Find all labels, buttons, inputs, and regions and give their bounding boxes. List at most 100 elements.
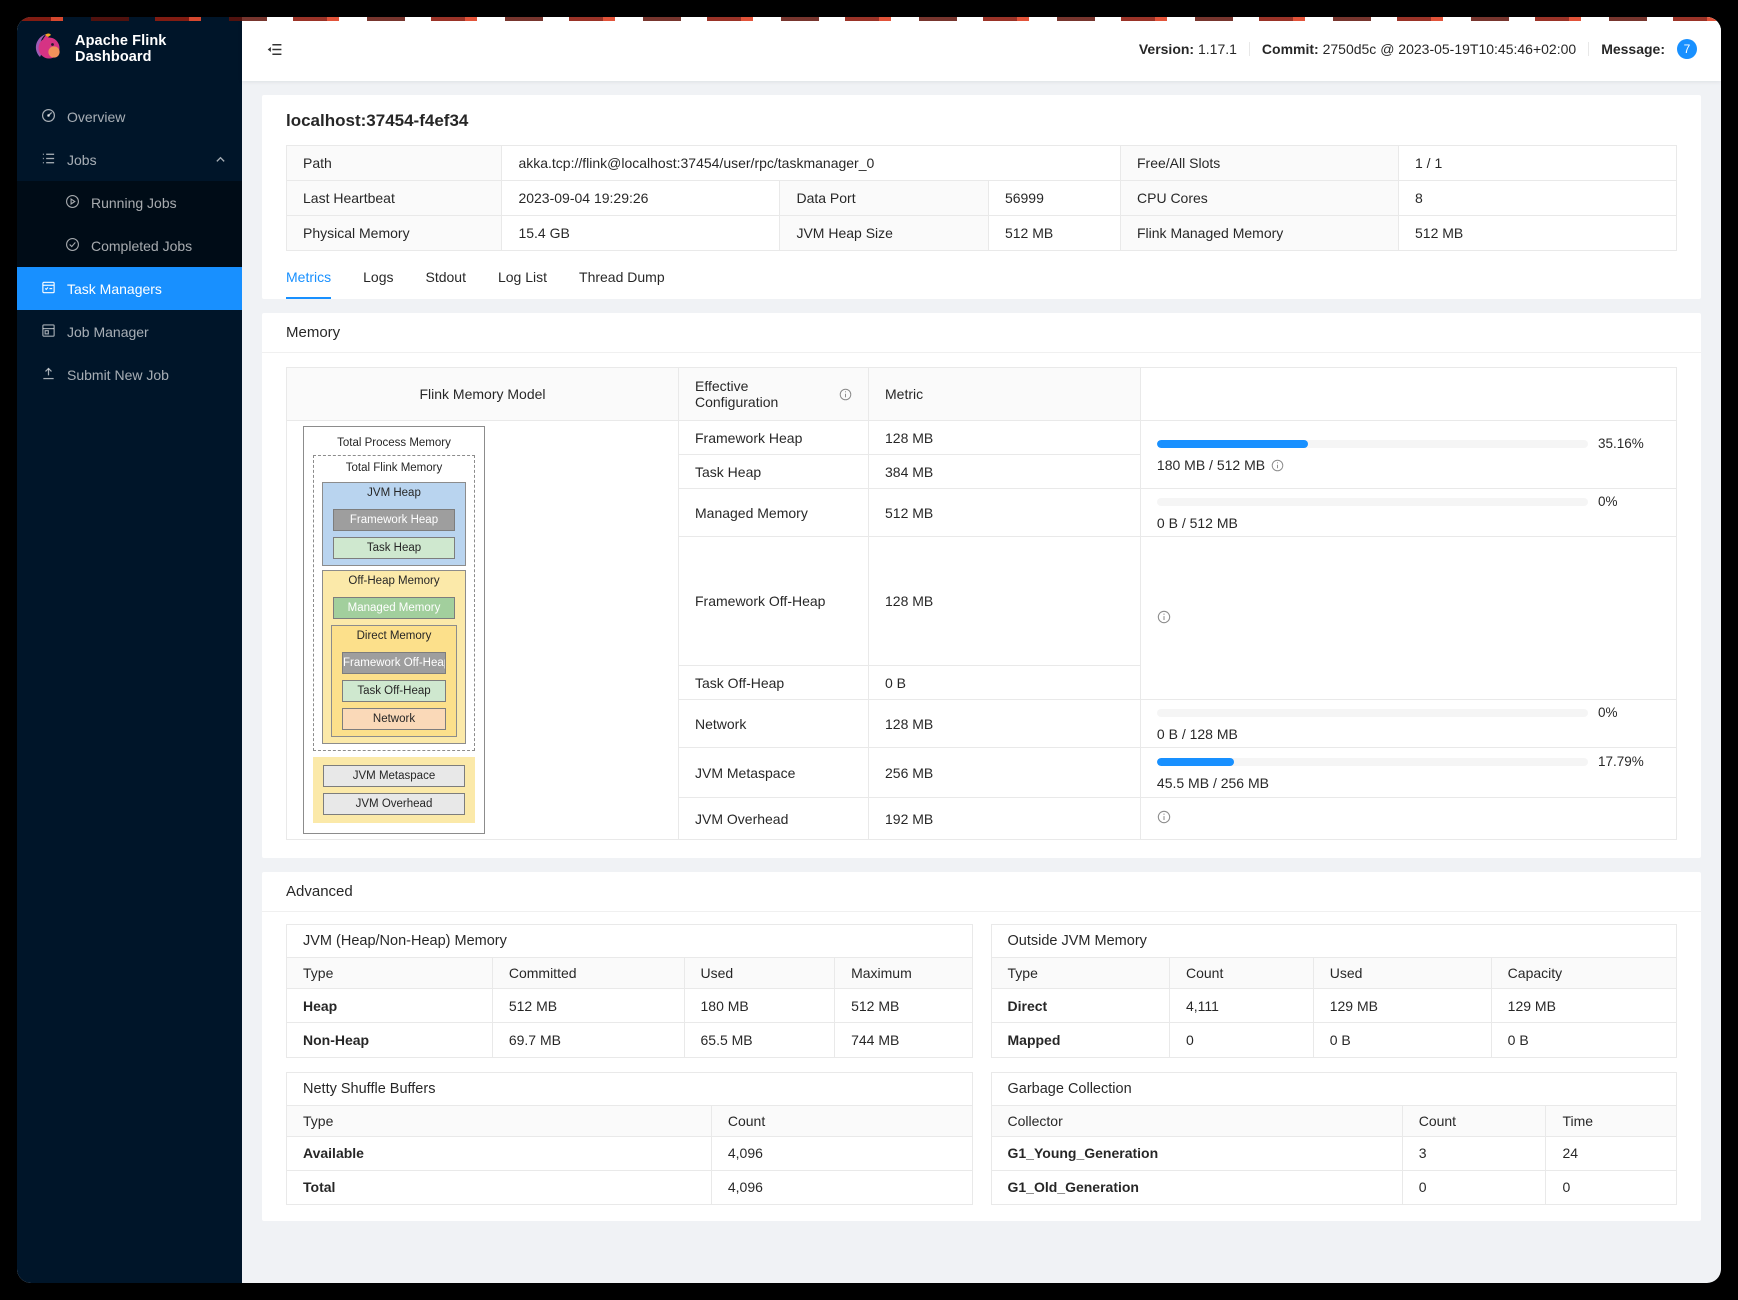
app-title: Apache Flink Dashboard [75, 33, 228, 65]
memory-card: Memory Flink Memory Model Effective Conf… [262, 313, 1701, 858]
job-manager-icon [41, 323, 56, 341]
diagram-task-heap: Task Heap [333, 537, 455, 559]
table-header-row: Type Committed Used Maximum [287, 958, 972, 989]
cell: 4,096 [711, 1136, 971, 1170]
memory-row-config: 512 MB [869, 489, 1141, 537]
info-label: JVM Heap Size [780, 216, 989, 251]
cell: 4,111 [1169, 989, 1313, 1023]
page-title: localhost:37454-f4ef34 [286, 111, 1677, 131]
flink-memory-model-diagram: Total Process Memory Total Flink Memory … [287, 421, 679, 840]
sidebar-item-submit-new-job[interactable]: Submit New Job [17, 353, 242, 396]
cell: 4,096 [711, 1170, 971, 1204]
overhead-metric-cell [1140, 798, 1676, 840]
diagram-direct-memory: Direct Memory Framework Off-Heap Task Of… [331, 625, 457, 737]
column-header: Capacity [1491, 958, 1676, 989]
info-label: Data Port [780, 181, 989, 216]
commit-value: 2750d5c @ 2023-05-19T10:45:46+02:00 [1323, 41, 1577, 57]
column-header: Maximum [835, 958, 972, 989]
tab-log-list[interactable]: Log List [498, 257, 547, 299]
sidebar-item-completed-jobs[interactable]: Completed Jobs [17, 224, 242, 267]
message-count-badge[interactable]: 7 [1677, 39, 1697, 59]
info-icon[interactable] [1157, 810, 1171, 824]
memory-row-name: Framework Off-Heap [679, 537, 869, 666]
info-value: 1 / 1 [1399, 146, 1677, 181]
info-icon[interactable] [839, 388, 852, 401]
diagram-label: Direct Memory [332, 628, 456, 646]
metaspace-usage-percent: 17.79% [1598, 754, 1660, 769]
sidebar-item-label: Submit New Job [67, 367, 226, 383]
app-logo[interactable]: Apache Flink Dashboard [17, 17, 242, 81]
cell: 65.5 MB [684, 1023, 835, 1057]
flink-squirrel-logo-icon [31, 30, 65, 69]
cell: 0 B [1491, 1023, 1676, 1057]
sidebar-item-running-jobs[interactable]: Running Jobs [17, 181, 242, 224]
sidebar-item-jobs[interactable]: Jobs [17, 138, 242, 181]
table-row: Total Process Memory Total Flink Memory … [287, 421, 1677, 455]
build-info: Version: 1.17.1 Commit: 2750d5c @ 2023-0… [1139, 39, 1697, 59]
cell: 69.7 MB [492, 1023, 684, 1057]
column-header: Count [1169, 958, 1313, 989]
info-icon[interactable] [1157, 610, 1171, 624]
metaspace-usage-progress: 17.79% [1157, 754, 1660, 769]
diagram-label: Off-Heap Memory [323, 573, 465, 591]
sidebar-item-label: Task Managers [67, 281, 226, 297]
outside-jvm-memory-table: Type Count Used Capacity Direct 4,111 12… [992, 958, 1677, 1057]
tab-thread-dump[interactable]: Thread Dump [579, 257, 665, 299]
jvm-heap-memory-table: Type Committed Used Maximum Heap 512 MB … [287, 958, 972, 1057]
info-value: 512 MB [988, 216, 1120, 251]
netty-shuffle-buffers-table: Type Count Available 4,096 Total [287, 1106, 972, 1205]
memory-row-name: Task Heap [679, 455, 869, 489]
sub-card-title: Garbage Collection [992, 1073, 1677, 1106]
table-row: Available 4,096 [287, 1136, 972, 1170]
diagram-total-process-memory: Total Process Memory Total Flink Memory … [303, 426, 485, 834]
memory-section-title: Memory [262, 313, 1701, 353]
info-label: Physical Memory [287, 216, 502, 251]
cell: 3 [1402, 1136, 1546, 1170]
heap-usage-progress: 35.16% [1157, 436, 1660, 451]
column-header-model: Flink Memory Model [287, 368, 679, 421]
memory-row-name: Network [679, 700, 869, 748]
advanced-grid: JVM (Heap/Non-Heap) Memory Type Committe… [262, 912, 1701, 1221]
sidebar-item-overview[interactable]: Overview [17, 95, 242, 138]
outside-jvm-memory-card: Outside JVM Memory Type Count Used Capac… [991, 924, 1678, 1058]
tab-metrics[interactable]: Metrics [286, 257, 331, 299]
cell: 129 MB [1491, 989, 1676, 1023]
off-heap-metric-cell [1140, 537, 1676, 700]
cell: Direct [992, 989, 1170, 1023]
menu-fold-icon[interactable] [266, 41, 283, 58]
info-icon[interactable] [1271, 459, 1284, 472]
heap-usage-caption: 180 MB / 512 MB [1157, 457, 1265, 473]
column-header-metric: Metric [869, 368, 1141, 421]
info-value: 56999 [988, 181, 1120, 216]
metaspace-metric-cell: 17.79% 45.5 MB / 256 MB [1140, 748, 1676, 798]
play-circle-icon [65, 194, 80, 212]
diagram-total-flink-memory: Total Flink Memory JVM Heap Framework He… [313, 455, 475, 751]
chevron-up-icon [215, 152, 226, 168]
sidebar-item-job-manager[interactable]: Job Manager [17, 310, 242, 353]
memory-table: Flink Memory Model Effective Configurati… [286, 367, 1677, 840]
memory-row-config: 256 MB [869, 748, 1141, 798]
version-value: 1.17.1 [1198, 41, 1237, 57]
table-header-row: Flink Memory Model Effective Configurati… [287, 368, 1677, 421]
cell: Available [287, 1136, 711, 1170]
diagram-label: Total Flink Memory [314, 460, 474, 478]
column-header-config: Effective Configuration [679, 368, 869, 421]
info-label: Free/All Slots [1121, 146, 1399, 181]
netty-shuffle-buffers-card: Netty Shuffle Buffers Type Count Availab… [286, 1072, 973, 1206]
metaspace-usage-caption: 45.5 MB / 256 MB [1157, 775, 1269, 791]
column-header: Time [1546, 1106, 1676, 1137]
cell: 0 [1546, 1170, 1676, 1204]
cell: 24 [1546, 1136, 1676, 1170]
table-header-row: Type Count [287, 1106, 972, 1137]
tab-logs[interactable]: Logs [363, 257, 393, 299]
commit-label: Commit: [1262, 41, 1319, 57]
sidebar-item-task-managers[interactable]: Task Managers [17, 267, 242, 310]
diagram-network: Network [342, 708, 446, 730]
check-circle-icon [65, 237, 80, 255]
network-metric-cell: 0% 0 B / 128 MB [1140, 700, 1676, 748]
cell: Heap [287, 989, 492, 1023]
table-row: Mapped 0 0 B 0 B [992, 1023, 1677, 1057]
jobs-submenu: Running Jobs Completed Jobs [17, 181, 242, 267]
column-header: Type [992, 958, 1170, 989]
tab-stdout[interactable]: Stdout [425, 257, 465, 299]
